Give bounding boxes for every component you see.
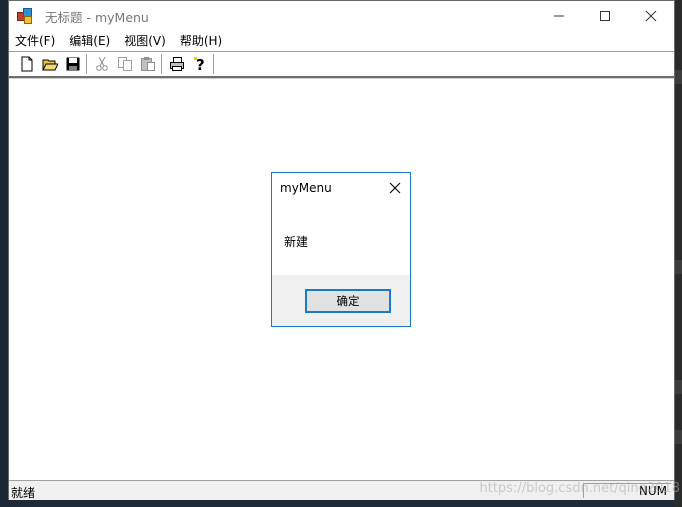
cut-button[interactable] [90,53,113,75]
app-icon[interactable] [17,8,33,24]
ok-button[interactable]: 确定 [305,289,391,313]
svg-text:?: ? [196,56,205,72]
status-text: 就绪 [11,486,36,500]
toolbar-separator [213,54,215,74]
copy-icon [117,57,132,71]
help-icon: ? [193,56,205,72]
copy-button[interactable] [113,53,136,75]
maximize-icon [600,11,610,21]
dialog-footer: 确定 [272,275,410,326]
watermark: https://blog.csdn.net/qing2018 [479,481,681,496]
menu-help[interactable]: 帮助(H) [173,31,229,51]
maximize-button[interactable] [582,1,628,31]
minimize-icon [554,15,564,17]
cut-icon [95,56,108,71]
new-file-icon [21,56,32,72]
open-folder-icon [41,59,58,71]
toolbar-separator [86,54,88,74]
paste-icon [140,57,155,71]
print-icon [169,57,184,71]
dialog-close-button[interactable] [388,180,402,194]
close-icon [389,182,401,194]
save-button[interactable] [61,53,84,75]
new-button[interactable] [15,53,38,75]
toolbar: ? [9,52,674,76]
title-bar[interactable]: 无标题 - myMenu [9,1,674,31]
minimize-button[interactable] [536,1,582,31]
close-button[interactable] [628,1,674,31]
menu-bar: 文件(F) 编辑(E) 视图(V) 帮助(H) [9,31,674,51]
menu-edit[interactable]: 编辑(E) [62,31,117,51]
menu-file[interactable]: 文件(F) [9,31,62,51]
toolbar-separator [161,54,163,74]
help-button[interactable]: ? [188,53,211,75]
message-dialog: myMenu 新建 确定 [271,172,411,327]
close-icon [645,10,657,22]
print-button[interactable] [165,53,188,75]
save-icon [66,57,79,71]
background-right-edge [674,0,682,507]
open-button[interactable] [38,53,61,75]
menu-view[interactable]: 视图(V) [117,31,173,51]
dialog-message: 新建 [284,235,309,249]
window-controls [536,1,674,31]
dialog-title: myMenu [280,181,332,195]
window-title: 无标题 - myMenu [45,9,149,25]
paste-button[interactable] [136,53,159,75]
